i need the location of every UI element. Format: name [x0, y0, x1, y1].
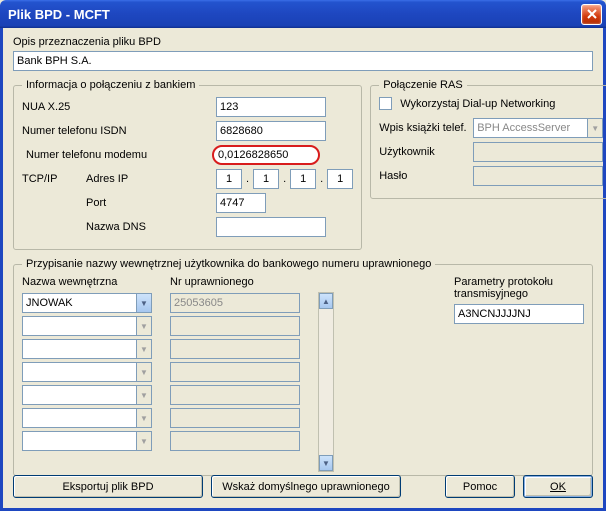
- help-button[interactable]: Pomoc: [445, 475, 515, 498]
- isdn-input[interactable]: [216, 121, 326, 141]
- chevron-down-icon: ▼: [136, 363, 151, 381]
- port-input[interactable]: [216, 193, 266, 213]
- ip4-input[interactable]: [327, 169, 353, 189]
- tcpip-label: TCP/IP: [22, 173, 82, 185]
- ip1-input[interactable]: [216, 169, 242, 189]
- num-input-6[interactable]: [170, 431, 300, 451]
- num-input-0[interactable]: [170, 293, 300, 313]
- name-combo-5[interactable]: ▼: [22, 408, 152, 428]
- window-title: Plik BPD - MCFT: [8, 7, 581, 22]
- modem-input[interactable]: [212, 145, 320, 165]
- ip-label: Adres IP: [86, 173, 212, 185]
- port-label: Port: [86, 197, 212, 209]
- assign-group: Przypisanie nazwy wewnętrznej użytkownik…: [13, 258, 593, 476]
- modem-label: Numer telefonu modemu: [22, 148, 208, 162]
- num-input-1[interactable]: [170, 316, 300, 336]
- dialup-checkbox[interactable]: [379, 97, 392, 110]
- export-button[interactable]: Eksportuj plik BPD: [13, 475, 203, 498]
- num-column: Nr uprawnionego: [170, 276, 300, 472]
- scroll-down-icon[interactable]: ▼: [319, 455, 333, 471]
- num-input-2[interactable]: [170, 339, 300, 359]
- name-combo-6[interactable]: ▼: [22, 431, 152, 451]
- param-label: Parametry protokołu transmisyjnego: [454, 276, 584, 300]
- chevron-down-icon: ▼: [136, 317, 151, 335]
- chevron-down-icon: ▼: [136, 409, 151, 427]
- nua-label: NUA X.25: [22, 101, 212, 113]
- num-input-3[interactable]: [170, 362, 300, 382]
- ras-group: Połączenie RAS Wykorzystaj Dial-up Netwo…: [370, 79, 606, 199]
- name-combo-2[interactable]: ▼: [22, 339, 152, 359]
- chevron-down-icon: ▼: [136, 340, 151, 358]
- scroll-up-icon[interactable]: ▲: [319, 293, 333, 309]
- assign-default-button[interactable]: Wskaż domyślnego uprawnionego: [211, 475, 401, 498]
- ok-button[interactable]: OK: [523, 475, 593, 498]
- name-combo-0[interactable]: JNOWAK▼: [22, 293, 152, 313]
- ras-pass-input[interactable]: [473, 166, 603, 186]
- close-button[interactable]: [581, 4, 602, 25]
- chevron-down-icon: ▼: [587, 119, 602, 137]
- list-scrollbar[interactable]: ▲ ▼: [318, 292, 334, 472]
- isdn-label: Numer telefonu ISDN: [22, 125, 212, 137]
- ip2-input[interactable]: [253, 169, 279, 189]
- desc-label: Opis przeznaczenia pliku BPD: [13, 36, 593, 48]
- num-input-4[interactable]: [170, 385, 300, 405]
- dns-label: Nazwa DNS: [86, 221, 212, 233]
- ras-user-input[interactable]: [473, 142, 603, 162]
- dialup-label: Wykorzystaj Dial-up Networking: [400, 98, 555, 110]
- ras-legend: Połączenie RAS: [379, 79, 467, 91]
- connection-group: Informacja o połączeniu z bankiem NUA X.…: [13, 79, 362, 250]
- nua-input[interactable]: [216, 97, 326, 117]
- ras-entry-label: Wpis książki telef.: [379, 122, 469, 134]
- chevron-down-icon: ▼: [136, 386, 151, 404]
- name-col-label: Nazwa wewnętrzna: [22, 276, 152, 288]
- title-bar: Plik BPD - MCFT: [0, 0, 606, 28]
- name-combo-4[interactable]: ▼: [22, 385, 152, 405]
- name-combo-3[interactable]: ▼: [22, 362, 152, 382]
- ras-pass-label: Hasło: [379, 170, 469, 182]
- name-column: Nazwa wewnętrzna JNOWAK▼ ▼ ▼ ▼ ▼ ▼ ▼: [22, 276, 152, 472]
- ras-entry-combo[interactable]: BPH AccessServer ▼: [473, 118, 603, 138]
- dns-input[interactable]: [216, 217, 326, 237]
- name-combo-1[interactable]: ▼: [22, 316, 152, 336]
- num-col-label: Nr uprawnionego: [170, 276, 300, 288]
- desc-input[interactable]: [13, 51, 593, 71]
- ip3-input[interactable]: [290, 169, 316, 189]
- param-block: Parametry protokołu transmisyjnego: [454, 276, 584, 472]
- chevron-down-icon: ▼: [136, 432, 151, 450]
- chevron-down-icon: ▼: [136, 294, 151, 312]
- assign-legend: Przypisanie nazwy wewnętrznej użytkownik…: [22, 258, 435, 270]
- connection-legend: Informacja o połączeniu z bankiem: [22, 79, 199, 91]
- ras-user-label: Użytkownik: [379, 146, 469, 158]
- param-input[interactable]: [454, 304, 584, 324]
- num-input-5[interactable]: [170, 408, 300, 428]
